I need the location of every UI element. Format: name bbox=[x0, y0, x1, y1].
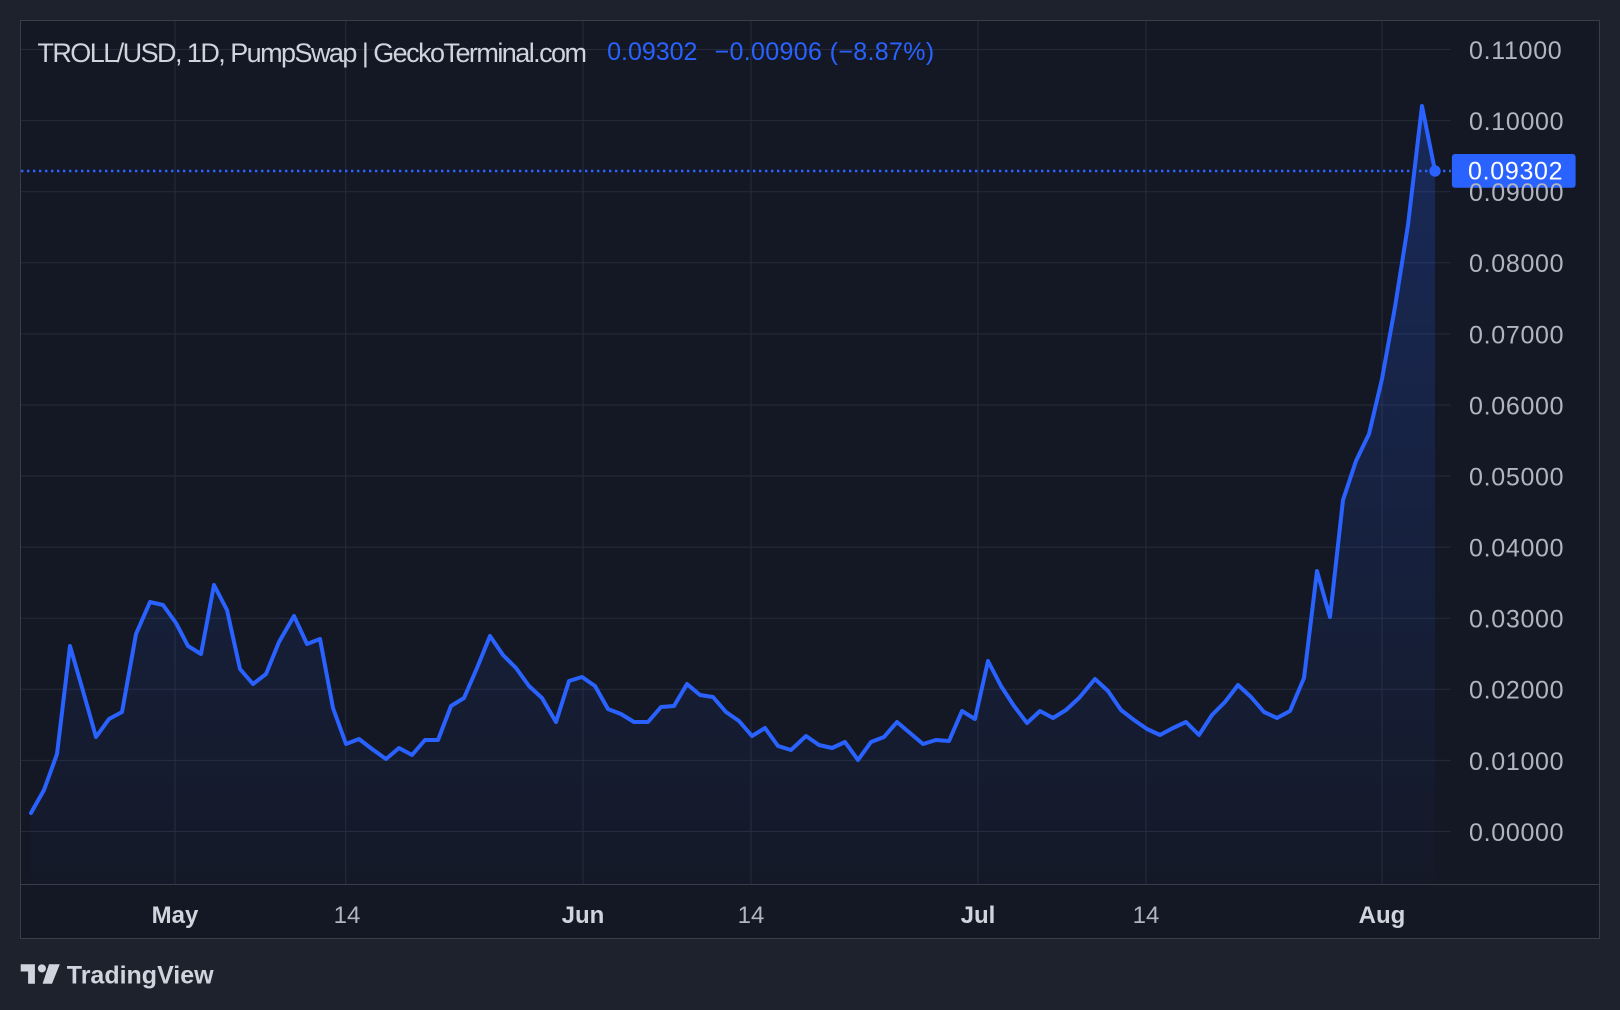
svg-text:0.02000: 0.02000 bbox=[1469, 677, 1564, 705]
svg-text:TROLL/USD, 1D, PumpSwap | Geck: TROLL/USD, 1D, PumpSwap | GeckoTerminal.… bbox=[37, 38, 585, 68]
svg-text:0.06000: 0.06000 bbox=[1469, 392, 1564, 420]
svg-text:Aug: Aug bbox=[1359, 902, 1406, 929]
svg-text:0.09000: 0.09000 bbox=[1469, 179, 1564, 207]
svg-text:0.04000: 0.04000 bbox=[1469, 535, 1564, 563]
svg-text:0.09302: 0.09302 bbox=[607, 38, 697, 66]
svg-text:0.10000: 0.10000 bbox=[1469, 108, 1564, 136]
svg-text:−0.00906 (−8.87%): −0.00906 (−8.87%) bbox=[715, 38, 935, 66]
svg-text:14: 14 bbox=[1133, 902, 1160, 929]
svg-text:14: 14 bbox=[738, 902, 765, 929]
svg-text:0.08000: 0.08000 bbox=[1469, 250, 1564, 278]
svg-text:0.05000: 0.05000 bbox=[1469, 463, 1564, 491]
svg-text:14: 14 bbox=[334, 902, 361, 929]
svg-text:0.00000: 0.00000 bbox=[1469, 819, 1564, 847]
svg-text:TradingView: TradingView bbox=[67, 962, 214, 990]
svg-text:0.11000: 0.11000 bbox=[1469, 37, 1562, 65]
svg-text:0.01000: 0.01000 bbox=[1469, 748, 1564, 776]
svg-text:Jun: Jun bbox=[562, 902, 605, 929]
svg-text:May: May bbox=[152, 902, 199, 929]
svg-text:0.03000: 0.03000 bbox=[1469, 606, 1564, 634]
svg-text:Jul: Jul bbox=[961, 902, 996, 929]
svg-text:0.07000: 0.07000 bbox=[1469, 321, 1564, 349]
